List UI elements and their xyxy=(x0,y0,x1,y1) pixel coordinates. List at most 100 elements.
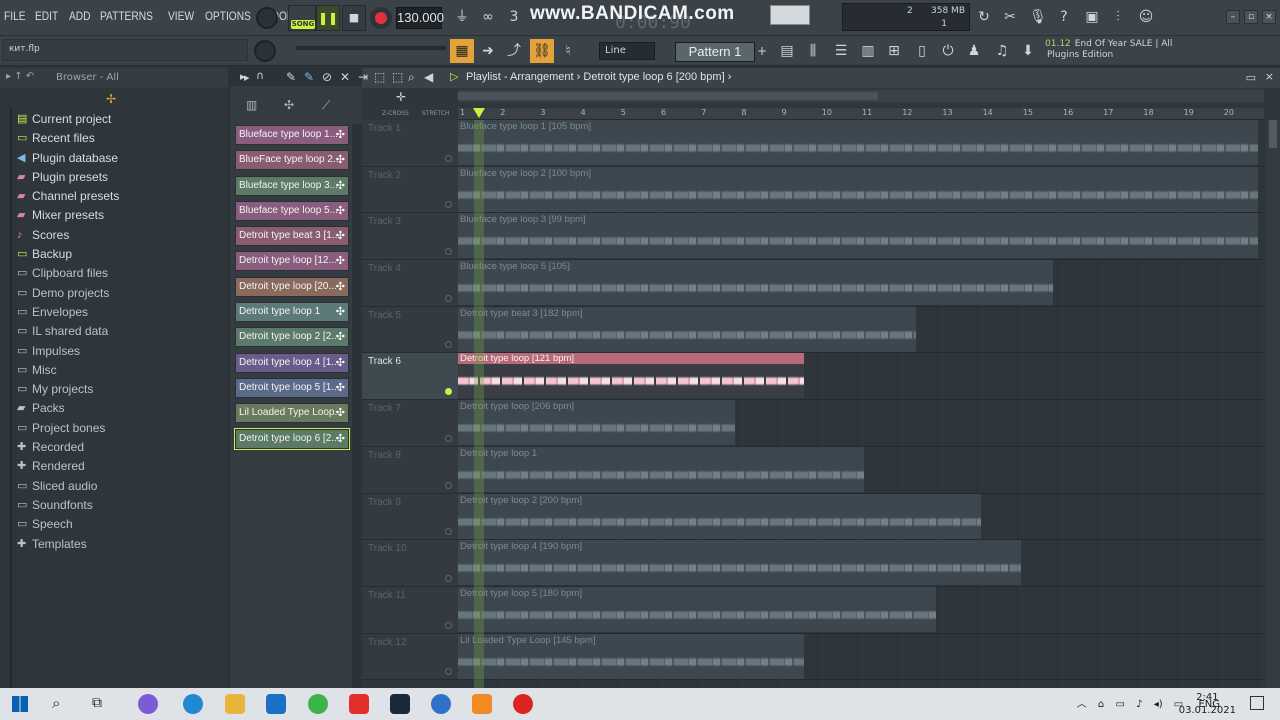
bandicam-icon[interactable] xyxy=(513,694,533,714)
slice-tool-icon[interactable]: ⬚ xyxy=(374,70,385,84)
yandex-icon[interactable] xyxy=(349,694,369,714)
track-header[interactable]: Track 10 xyxy=(362,540,458,587)
cut-icon[interactable]: ✂ xyxy=(998,5,1022,29)
track-lane[interactable]: Blueface type loop 3 [99 bpm] xyxy=(458,213,1264,261)
track-lane[interactable]: Detroit type loop 5 [180 bpm] xyxy=(458,586,1264,634)
playlist-play-icon[interactable]: ▷ xyxy=(450,70,458,83)
browser-item[interactable]: ▭ Project bones xyxy=(0,419,228,438)
track-header[interactable]: Track 2 xyxy=(362,166,458,214)
track-lane[interactable]: Blueface type loop 2 [100 bpm] xyxy=(458,166,1264,214)
mail-icon[interactable] xyxy=(266,694,286,714)
step-icon[interactable]: ⤴ xyxy=(502,39,526,63)
meet-icon[interactable]: ⌂ xyxy=(1098,699,1104,710)
audio-clip[interactable]: Detroit type loop 1 xyxy=(458,446,865,492)
restore-icon[interactable]: ▫ xyxy=(1244,10,1258,24)
browser-item[interactable]: ▭ IL shared data xyxy=(0,322,228,341)
browser-item[interactable]: ▰ Packs xyxy=(0,399,228,418)
track-lane[interactable]: Detroit type loop 1 xyxy=(458,446,1264,494)
track-mute-toggle[interactable] xyxy=(445,481,452,489)
app-icon[interactable] xyxy=(138,694,158,714)
notifications-icon[interactable] xyxy=(1250,696,1264,710)
automation-picker-icon[interactable]: ⟋ xyxy=(322,98,330,113)
plug-icon[interactable]: ⏻ xyxy=(936,39,960,63)
paint-tool-icon[interactable]: ✎ xyxy=(304,70,314,84)
picker-clip[interactable]: Detroit type loop 4 [1... ✣ xyxy=(235,352,349,373)
arrangement-lanes[interactable]: Blueface type loop 1 [105 bpm] Blueface t… xyxy=(458,120,1264,688)
picker-clip[interactable]: Detroit type loop 2 [2... ✣ xyxy=(235,327,349,348)
add-pattern-button[interactable]: + xyxy=(756,42,768,62)
browser-item[interactable]: ▭ Envelopes xyxy=(0,303,228,322)
picker-clip[interactable]: Blueface type loop 5... ✣ xyxy=(235,200,349,221)
task-view-icon[interactable]: ⧉ xyxy=(92,695,102,711)
audio-clip[interactable]: Blueface type loop 2 [100 bpm] xyxy=(458,166,1258,212)
track-lane[interactable]: Detroit type loop [206 bpm] xyxy=(458,400,1264,447)
browser-item[interactable]: ▭ Demo projects xyxy=(0,284,228,303)
tray-arrow-icon[interactable]: ︿ xyxy=(1077,699,1087,710)
track-mute-toggle[interactable] xyxy=(445,201,452,209)
picker-clip[interactable]: Detroit type loop [20... ✣ xyxy=(235,276,349,297)
track-mute-toggle[interactable] xyxy=(445,294,452,302)
arrow-right-icon[interactable]: ➜ xyxy=(476,39,500,63)
playlist-toolbar-icon[interactable]: ▸ xyxy=(244,71,250,84)
browser-item[interactable]: ✚ Templates xyxy=(0,535,228,554)
browser-item[interactable]: ▭ Backup xyxy=(0,245,228,264)
track-lane[interactable]: Lil Loaded Type Loop [145 bpm] xyxy=(458,633,1264,681)
download-icon[interactable]: ⬇ xyxy=(1016,39,1040,63)
mixer-icon[interactable]: ⫶ xyxy=(1106,5,1130,29)
picker-clip[interactable]: Detroit type loop 1 ✣ xyxy=(235,302,349,323)
file-explorer-icon[interactable] xyxy=(225,694,245,714)
browser-item[interactable]: ▤ Current project xyxy=(0,110,228,129)
track-mute-toggle[interactable] xyxy=(445,668,452,676)
playlist-icon[interactable]: ▦ xyxy=(450,39,474,63)
vertical-scrollbar[interactable] xyxy=(1266,120,1280,688)
track-lane[interactable]: Detroit type beat 3 [182 bpm] xyxy=(458,306,1264,354)
track-mute-toggle[interactable] xyxy=(445,528,452,536)
track-mute-toggle[interactable] xyxy=(445,621,452,629)
metronome-icon[interactable]: ⏚ xyxy=(450,5,474,29)
track-mute-toggle[interactable] xyxy=(445,388,452,396)
edge-icon[interactable] xyxy=(183,694,203,714)
fl-studio-icon[interactable] xyxy=(472,694,492,714)
track-header[interactable]: Track 12 xyxy=(362,633,458,681)
picker-clip[interactable]: Detroit type loop 6 [2... ✣ xyxy=(234,427,350,450)
move-handle-icon[interactable]: ✛ xyxy=(396,90,406,104)
audio-clip[interactable]: Detroit type loop 4 [190 bpm] xyxy=(458,540,1021,586)
volume-icon[interactable]: ◂) xyxy=(1154,699,1163,710)
audio-clip[interactable]: Blueface type loop 5 [105] xyxy=(458,260,1053,306)
tree-icon[interactable]: ⊞ xyxy=(882,39,906,63)
help-icon[interactable]: ? xyxy=(1052,5,1076,29)
menu-patterns[interactable]: PATTERNS xyxy=(100,9,153,23)
playlist-maximize-icon[interactable]: ▭ xyxy=(1246,71,1256,84)
wait-input-icon[interactable]: ∞ xyxy=(476,5,500,29)
mic-icon[interactable]: 🎙 xyxy=(1026,5,1050,29)
master-volume-knob[interactable] xyxy=(254,40,276,62)
track-header[interactable]: Track 11 xyxy=(362,586,458,634)
audio-clip[interactable]: Lil Loaded Type Loop [145 bpm] xyxy=(458,633,804,679)
audio-clip[interactable]: Detroit type loop 5 [180 bpm] xyxy=(458,586,937,632)
zoom-tool-icon[interactable]: ⌕ xyxy=(408,70,415,85)
picker-scrollbar[interactable] xyxy=(352,124,362,688)
undo-icon[interactable]: ↻ xyxy=(972,5,996,29)
news-ticker[interactable]: 01.12 End Of Year SALE | All Plugins Edit… xyxy=(1045,39,1172,61)
track-header[interactable]: Track 9 xyxy=(362,493,458,541)
speaker-icon[interactable]: ◀ xyxy=(424,70,433,84)
menu-file[interactable]: FILE xyxy=(4,9,26,23)
audio-clip[interactable]: Detroit type loop [206 bpm] xyxy=(458,400,736,446)
picker-clip[interactable]: Lil Loaded Type Loop... ✣ xyxy=(235,403,349,424)
master-pitch-slider[interactable] xyxy=(296,46,446,50)
file-icon[interactable]: ▯ xyxy=(910,39,934,63)
menu-add[interactable]: ADD xyxy=(69,9,91,23)
record-button[interactable] xyxy=(370,7,392,29)
menu-edit[interactable]: EDIT xyxy=(35,9,58,23)
track-header[interactable]: Track 5 xyxy=(362,306,458,354)
link-icon[interactable]: ⛓ xyxy=(530,39,554,63)
browser-item[interactable]: ▭ Sliced audio xyxy=(0,477,228,496)
track-lane[interactable]: Blueface type loop 5 [105] xyxy=(458,260,1264,307)
picker-clip[interactable]: Blueface type loop 3... ✣ xyxy=(235,175,349,196)
network-icon[interactable]: ▭ xyxy=(1115,699,1124,710)
track-mute-toggle[interactable] xyxy=(445,574,452,582)
browser-item[interactable]: ▭ Recent files xyxy=(0,129,228,148)
magnet-icon[interactable]: ∩ xyxy=(256,69,264,82)
browser-item[interactable]: ▭ Misc xyxy=(0,361,228,380)
pitch-knob[interactable] xyxy=(256,7,278,29)
